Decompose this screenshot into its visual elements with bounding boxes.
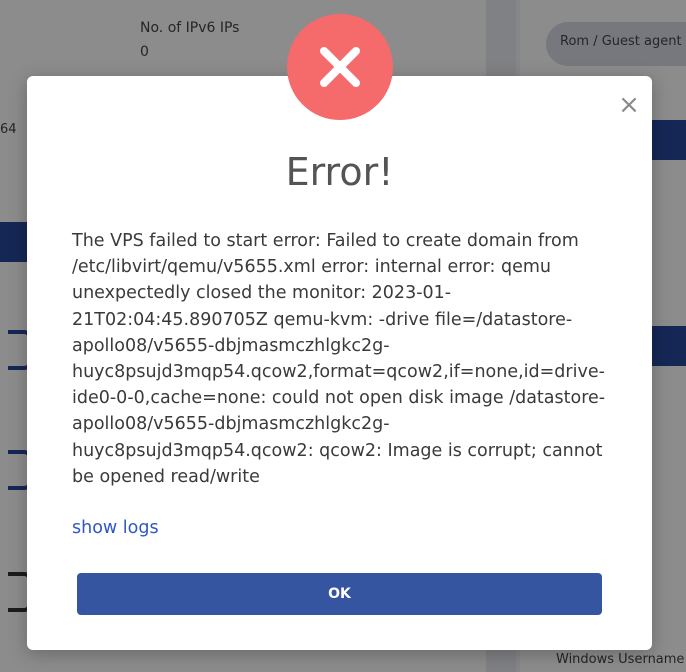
dialog-title: Error! — [285, 150, 394, 194]
ok-button[interactable]: OK — [77, 573, 602, 615]
error-message: The VPS failed to start error: Failed to… — [72, 231, 606, 487]
show-logs-link[interactable]: show logs — [72, 518, 159, 538]
x-mark-icon — [320, 47, 360, 87]
x-circle-icon — [287, 14, 393, 120]
close-icon[interactable]: × — [618, 92, 640, 118]
